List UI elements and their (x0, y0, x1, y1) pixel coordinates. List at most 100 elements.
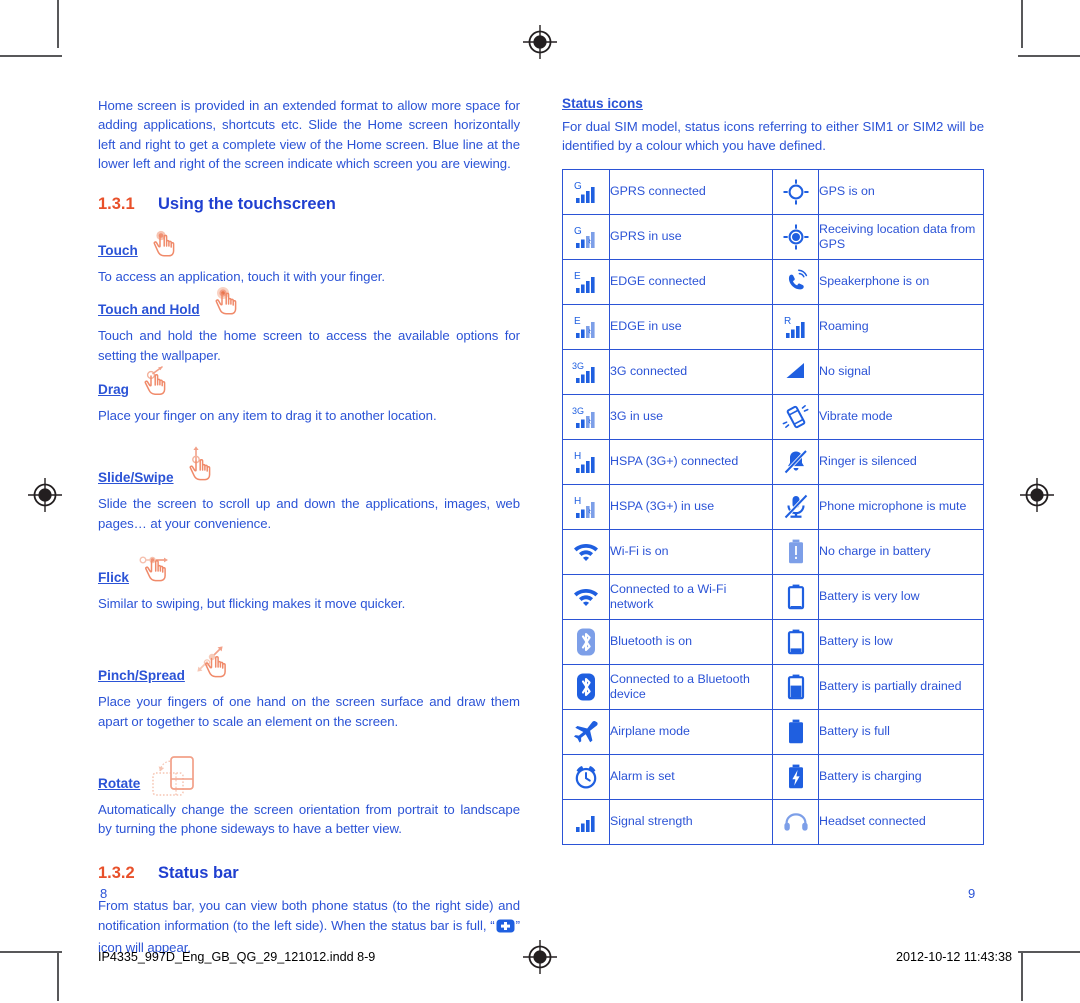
crop-mark-bottom-right-vertical (1021, 953, 1023, 1001)
section-number: 1.3.2 (98, 864, 135, 883)
registration-mark-bottom (523, 940, 557, 974)
battery-charging-icon (772, 753, 819, 800)
svg-text:3G: 3G (572, 361, 584, 371)
status-icons-heading: Status icons (562, 96, 984, 117)
table-row: H HSPA (3G+) in use Phone microphone is … (562, 483, 984, 530)
signal-strength-icon (562, 798, 610, 845)
table-cell-label: Battery is low (818, 618, 984, 665)
crop-mark-top-left-vertical (57, 0, 59, 48)
table-cell-label: Phone microphone is mute (818, 483, 984, 530)
gesture-label: Touch (98, 243, 138, 259)
gps-on-icon (772, 168, 819, 215)
crop-mark-bottom-left-horizontal (0, 951, 62, 953)
airplane-mode-icon (562, 708, 610, 755)
footer-filename: IP4335_997D_Eng_GB_QG_29_121012.indd 8-9 (98, 950, 376, 964)
footer-timestamp: 2012-10-12 11:43:38 (895, 950, 1012, 964)
table-row: 3G 3G in use Vibrate mode (562, 393, 984, 440)
battery-partially-drained-icon (772, 663, 819, 710)
hspa-connected-icon: H (562, 438, 610, 485)
battery-full-icon (772, 708, 819, 755)
hand-touch-hold-icon (209, 287, 245, 324)
table-row: Connected to a Bluetooth device Battery … (562, 663, 984, 710)
crop-mark-top-right-horizontal (1018, 55, 1080, 57)
section-title: Using the touchscreen (158, 195, 336, 214)
section-heading-1-3-2: 1.3.2 Status bar (98, 864, 520, 883)
status-bar-paragraph: From status bar, you can view both phone… (98, 896, 520, 957)
table-cell-label: GPRS in use (609, 213, 773, 260)
svg-text:3G: 3G (572, 406, 584, 416)
section-heading-1-3-1: 1.3.1 Using the touchscreen (98, 195, 520, 214)
crop-mark-bottom-left-vertical (57, 953, 59, 1001)
gps-receiving-icon (772, 213, 819, 260)
table-cell-label: Wi-Fi is on (609, 528, 773, 575)
hspa-in-use-icon: H (562, 483, 610, 530)
left-page-column: Home screen is provided in an extended f… (98, 96, 520, 957)
page-number-right: 9 (968, 886, 976, 901)
gesture-label: Rotate (98, 775, 141, 791)
battery-very-low-icon (772, 573, 819, 620)
wifi-connected-icon (562, 573, 610, 620)
gesture-heading-drag: Drag (98, 365, 520, 406)
gesture-label: Pinch/Spread (98, 668, 185, 684)
table-cell-label: No charge in battery (818, 528, 984, 575)
roaming-icon: R (772, 303, 819, 350)
status-icons-intro: For dual SIM model, status icons referri… (562, 119, 984, 154)
wifi-on-icon (562, 528, 610, 575)
table-row: 3G 3G connected No signal (562, 348, 984, 395)
headset-connected-icon (772, 798, 819, 845)
ringer-silenced-icon (772, 438, 819, 485)
table-row: Wi-Fi is on No charge in battery (562, 528, 984, 575)
table-cell-label: Connected to a Wi-Fi network (609, 573, 773, 620)
plus-badge-icon (496, 919, 515, 938)
table-row: Airplane mode Battery is full (562, 708, 984, 755)
svg-text:H: H (574, 451, 581, 462)
gprs-connected-icon: G (562, 168, 610, 215)
table-cell-label: Battery is partially drained (818, 663, 984, 710)
gesture-label: Flick (98, 569, 129, 585)
gesture-description: To access an application, touch it with … (98, 269, 385, 285)
svg-text:G: G (574, 181, 582, 192)
table-cell-label: 3G connected (609, 348, 773, 395)
gesture-description: Place your fingers of one hand on the sc… (98, 694, 520, 729)
edge-in-use-icon: E (562, 303, 610, 350)
status-icons-heading-label: Status icons (562, 96, 643, 111)
table-cell-label: Headset connected (818, 798, 984, 845)
gesture-heading-rotate: Rotate (98, 753, 520, 800)
gesture-heading-touch: Touch (98, 227, 520, 267)
page-number-left: 8 (100, 886, 108, 901)
table-cell-label: HSPA (3G+) connected (609, 438, 773, 485)
gesture-label: Touch and Hold (98, 302, 200, 318)
svg-text:E: E (574, 316, 581, 327)
hand-flick-icon (138, 553, 182, 592)
table-cell-label: No signal (818, 348, 984, 395)
table-cell-label: Signal strength (609, 798, 773, 845)
table-cell-label: EDGE in use (609, 303, 773, 350)
table-cell-label: GPS is on (818, 168, 984, 215)
gesture-heading-flick: Flick (98, 553, 520, 594)
svg-text:E: E (574, 271, 581, 282)
table-row: Bluetooth is on Battery is low (562, 618, 984, 665)
table-row: E EDGE in use R Roaming (562, 303, 984, 350)
section-number: 1.3.1 (98, 195, 135, 214)
table-row: Alarm is set Battery is charging (562, 753, 984, 800)
svg-text:H: H (574, 496, 581, 507)
table-row: H HSPA (3G+) connected Ringer is silence… (562, 438, 984, 485)
hand-drag-icon (138, 365, 178, 404)
bluetooth-on-icon (562, 618, 610, 665)
registration-mark-top (523, 25, 557, 59)
section-title: Status bar (158, 864, 239, 883)
3g-in-use-icon: 3G (562, 393, 610, 440)
battery-low-icon (772, 618, 819, 665)
bluetooth-connected-icon (562, 663, 610, 710)
gesture-description: Place your finger on any item to drag it… (98, 408, 437, 424)
table-cell-label: 3G in use (609, 393, 773, 440)
status-icons-table: G GPRS connected GPS is on G GPRS in use… (562, 168, 984, 845)
table-cell-label: Bluetooth is on (609, 618, 773, 665)
alarm-set-icon (562, 753, 610, 800)
gesture-description: Similar to swiping, but flicking makes i… (98, 595, 406, 611)
no-signal-icon (772, 348, 819, 395)
table-cell-label: Speakerphone is on (818, 258, 984, 305)
svg-text:R: R (784, 316, 791, 327)
table-cell-label: Battery is very low (818, 573, 984, 620)
table-cell-label: GPRS connected (609, 168, 773, 215)
